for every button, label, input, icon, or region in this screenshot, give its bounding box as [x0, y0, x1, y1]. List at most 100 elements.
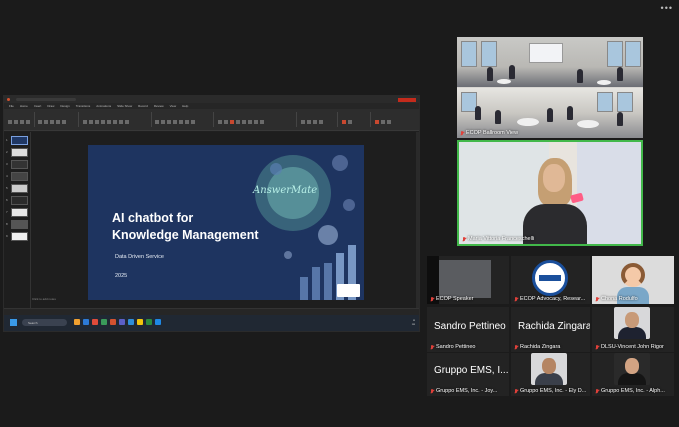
- mic-muted-icon: [430, 388, 434, 394]
- mic-muted-icon: [595, 344, 599, 350]
- ribbon-tab[interactable]: Draw: [47, 104, 54, 108]
- participant-name-text: Gruppo EMS, Inc. - Ely D...: [520, 388, 587, 394]
- ribbon-tab[interactable]: Slide Show: [117, 104, 132, 108]
- ribbon-group-editing[interactable]: [300, 112, 338, 127]
- ribbon-tab[interactable]: Review: [154, 104, 164, 108]
- participant-name: Sandro Pettineo: [430, 344, 475, 350]
- video-tile-ecop-advocacy[interactable]: ECOP Advocacy, Resear...: [511, 256, 590, 304]
- slide-thumbnail[interactable]: [11, 160, 28, 169]
- participant-name-text: Gruppo EMS, Inc. - Alph...: [601, 388, 665, 394]
- slide-thumbnail[interactable]: [11, 220, 28, 229]
- slide-year: 2025: [115, 273, 128, 279]
- taskbar-app-icon[interactable]: [74, 319, 80, 325]
- powerpoint-app-icon: [7, 98, 10, 101]
- slide-thumbnail[interactable]: [11, 184, 28, 193]
- ribbon-group-font[interactable]: [82, 112, 152, 127]
- mic-muted-icon: [514, 296, 518, 302]
- ribbon-group-slides[interactable]: [37, 112, 79, 127]
- taskbar-app-icon[interactable]: [146, 319, 152, 325]
- ribbon-group-voice[interactable]: [341, 112, 371, 127]
- slide-title: AI chatbot for Knowledge Management: [112, 210, 259, 244]
- scrollbar[interactable]: [416, 132, 419, 308]
- taskbar-app-icon[interactable]: [119, 319, 125, 325]
- slide-thumbnail[interactable]: [11, 148, 28, 157]
- ppt-status-bar: Click to add notes: [4, 297, 419, 315]
- taskbar-app-icon[interactable]: [110, 319, 116, 325]
- video-tile-active-speaker[interactable]: Maria Vittoria Franceschelli: [457, 140, 643, 246]
- slide-thumbnail[interactable]: [11, 136, 28, 145]
- slide-title-line: Knowledge Management: [112, 228, 259, 242]
- mic-muted-icon: [430, 344, 434, 350]
- ppt-autosave-bar: [16, 98, 76, 101]
- ppt-ribbon: [4, 109, 419, 131]
- ribbon-group-clipboard[interactable]: [7, 112, 35, 127]
- avatar: [614, 307, 650, 339]
- participant-name: Gruppo EMS, Inc. - Joy...: [430, 388, 497, 394]
- ppt-title-bar: [4, 96, 419, 103]
- taskbar-app-icon[interactable]: [92, 319, 98, 325]
- taskbar-clock-icon: ▪▪ ▪▪▪: [411, 318, 415, 326]
- ribbon-group-designer[interactable]: [374, 112, 414, 127]
- window-close-icon[interactable]: [398, 97, 416, 102]
- participant-name-text: DLSU-Vincent John Rigor: [601, 344, 664, 350]
- slide-title-line: AI chatbot for: [112, 211, 194, 225]
- video-tile-ballroom[interactable]: ECOP Ballroom View: [457, 37, 643, 138]
- video-tile-gruppo-ely[interactable]: Gruppo EMS, Inc. - Ely D...: [511, 353, 590, 396]
- ribbon-tab[interactable]: Help: [182, 104, 188, 108]
- ribbon-tab[interactable]: Design: [60, 104, 69, 108]
- participant-display-name: Gruppo EMS, I...: [434, 365, 509, 376]
- taskbar-app-icon[interactable]: [83, 319, 89, 325]
- participant-name: Gruppo EMS, Inc. - Ely D...: [514, 388, 586, 394]
- ribbon-tab[interactable]: Record: [138, 104, 148, 108]
- avatar: [621, 263, 645, 287]
- participant-name-text: ECOP Ballroom View: [466, 130, 519, 136]
- video-tile-rachida[interactable]: Rachida Zingara Rachida Zingara: [511, 307, 590, 352]
- participant-name: ECOP Advocacy, Resear...: [514, 296, 585, 302]
- speaker-video: [439, 260, 491, 298]
- presentation-slide: AnswerMate AI chatbot for Knowledge Mana…: [88, 145, 364, 300]
- slide-logo-text: AnswerMate: [253, 185, 318, 196]
- more-options-icon[interactable]: •••: [661, 3, 673, 13]
- slide-subtitle: Data Driven Service: [115, 254, 164, 260]
- ribbon-tab[interactable]: Transitions: [76, 104, 91, 108]
- video-tile-vincent[interactable]: DLSU-Vincent John Rigor: [592, 307, 674, 352]
- slide-thumbnail[interactable]: [11, 208, 28, 217]
- avatar: [614, 353, 650, 385]
- taskbar-search-input[interactable]: Search: [22, 319, 67, 326]
- ribbon-group-drawing[interactable]: [217, 112, 297, 127]
- video-tile-gruppo-joy[interactable]: Gruppo EMS, I... Gruppo EMS, Inc. - Joy.…: [427, 353, 509, 396]
- mic-muted-icon: [462, 236, 466, 242]
- participant-name-text: Chona Rodulfo: [601, 296, 638, 302]
- company-logo-badge: [337, 284, 360, 297]
- speaker-face: [543, 164, 565, 192]
- ribbon-tab[interactable]: Insert: [34, 104, 42, 108]
- mic-muted-icon: [460, 130, 464, 136]
- taskbar-app-icon[interactable]: [128, 319, 134, 325]
- participant-name: Chona Rodulfo: [595, 296, 638, 302]
- video-tile-ecop-speaker[interactable]: ECOP Speaker: [427, 256, 509, 304]
- slide-thumbnail[interactable]: [11, 232, 28, 241]
- ecop-logo-icon: [532, 260, 568, 296]
- participant-display-name: Rachida Zingara: [518, 321, 590, 332]
- ribbon-tab[interactable]: Home: [20, 104, 28, 108]
- ribbon-group-paragraph[interactable]: [154, 112, 214, 127]
- participant-name-text: Maria Vittoria Franceschelli: [468, 236, 535, 242]
- video-meeting-window: ••• File Home Insert Draw Design Transit…: [0, 0, 679, 427]
- taskbar-app-icon[interactable]: [137, 319, 143, 325]
- participant-name-text: Sandro Pettineo: [436, 344, 476, 350]
- slide-thumbnail[interactable]: [11, 172, 28, 181]
- video-tile-gruppo-alph[interactable]: Gruppo EMS, Inc. - Alph...: [592, 353, 674, 396]
- video-tile-chona[interactable]: Chona Rodulfo: [592, 256, 674, 304]
- participant-name-text: Gruppo EMS, Inc. - Joy...: [436, 388, 498, 394]
- mic-muted-icon: [514, 344, 518, 350]
- notes-placeholder[interactable]: Click to add notes: [32, 297, 56, 301]
- ribbon-tab[interactable]: File: [9, 104, 14, 108]
- participant-name: ECOP Ballroom View: [460, 130, 518, 136]
- ribbon-tab[interactable]: View: [170, 104, 176, 108]
- windows-start-icon[interactable]: [10, 319, 17, 326]
- slide-thumbnail[interactable]: [11, 196, 28, 205]
- taskbar-app-icon[interactable]: [155, 319, 161, 325]
- video-tile-sandro[interactable]: Sandro Pettineo Sandro Pettineo: [427, 307, 509, 352]
- taskbar-app-icon[interactable]: [101, 319, 107, 325]
- ribbon-tab[interactable]: Animations: [96, 104, 111, 108]
